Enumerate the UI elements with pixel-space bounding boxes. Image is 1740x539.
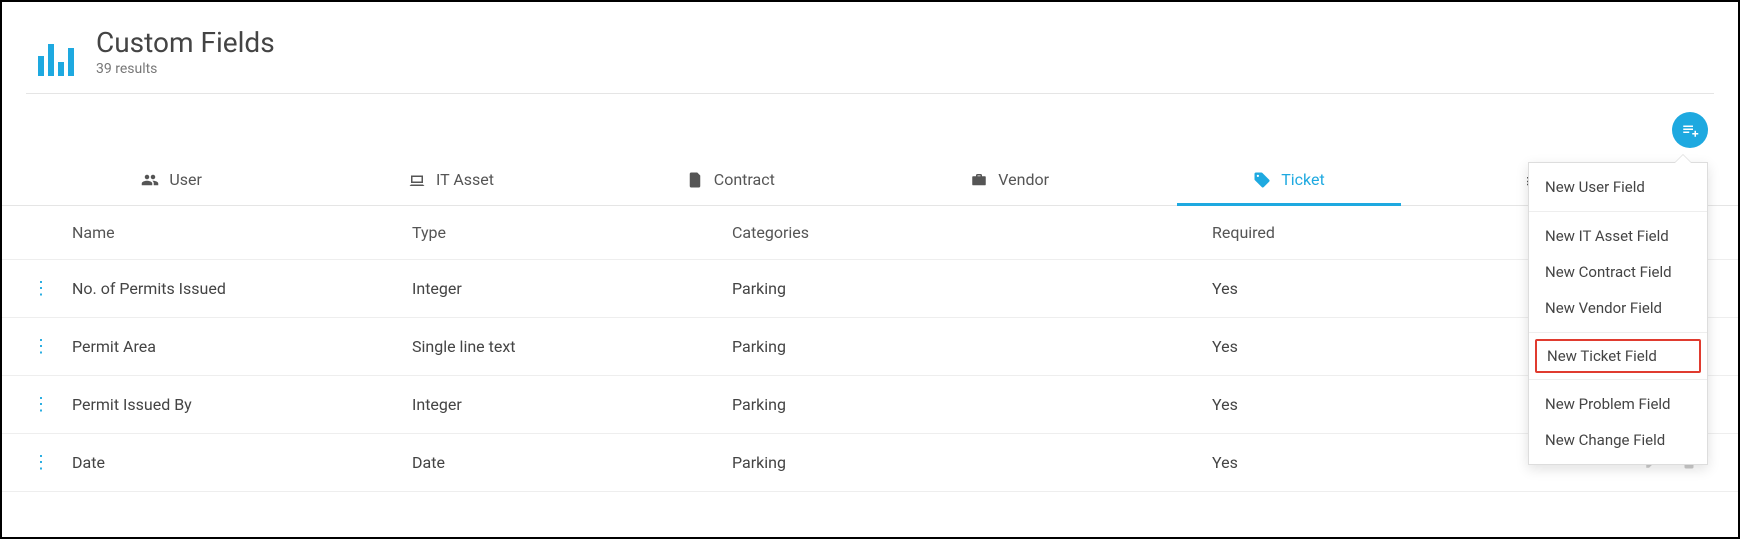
cell-type: Integer [412,279,732,298]
tab-label: Ticket [1281,170,1324,189]
tag-icon [1253,171,1271,189]
tab-label: Vendor [998,170,1049,189]
drag-handle-icon[interactable]: ⋮ [32,454,49,472]
drag-handle-icon[interactable]: ⋮ [32,396,49,414]
cell-categories: Parking [732,337,1212,356]
tab-label: Contract [714,170,775,189]
cell-type: Single line text [412,337,732,356]
dropdown-item-new-ticket-field[interactable]: New Ticket Field [1535,339,1701,373]
page-header: Custom Fields 39 results [2,2,1738,93]
dropdown-separator [1529,211,1707,212]
dropdown-item-new-problem-field[interactable]: New Problem Field [1529,386,1707,422]
col-header-type: Type [412,223,732,242]
cell-required: Yes [1212,279,1412,298]
briefcase-icon [970,171,988,189]
cell-required: Yes [1212,453,1412,472]
cell-type: Integer [412,395,732,414]
document-icon [686,171,704,189]
people-icon [141,171,159,189]
dropdown-item-new-contract-field[interactable]: New Contract Field [1529,254,1707,290]
table-row[interactable]: ⋮ No. of Permits Issued Integer Parking … [2,260,1738,318]
cell-name: No. of Permits Issued [72,279,412,298]
laptop-icon [408,171,426,189]
add-list-icon [1681,121,1699,139]
dropdown-item-new-it-asset-field[interactable]: New IT Asset Field [1529,218,1707,254]
cell-required: Yes [1212,395,1412,414]
tab-it-asset[interactable]: IT Asset [311,156,590,205]
drag-handle-icon[interactable]: ⋮ [32,280,49,298]
dropdown-item-new-change-field[interactable]: New Change Field [1529,422,1707,458]
dropdown-item-new-user-field[interactable]: New User Field [1529,169,1707,205]
dropdown-item-new-vendor-field[interactable]: New Vendor Field [1529,290,1707,326]
tab-vendor[interactable]: Vendor [870,156,1149,205]
cell-name: Permit Issued By [72,395,412,414]
results-count: 39 results [96,61,275,77]
drag-handle-icon[interactable]: ⋮ [32,338,49,356]
cell-name: Permit Area [72,337,412,356]
cell-type: Date [412,453,732,472]
table-row[interactable]: ⋮ Permit Issued By Integer Parking Yes [2,376,1738,434]
cell-name: Date [72,453,412,472]
col-header-required: Required [1212,223,1412,242]
page-title: Custom Fields [96,26,275,59]
cell-required: Yes [1212,337,1412,356]
tab-ticket[interactable]: Ticket [1149,156,1428,205]
col-header-categories: Categories [732,223,1212,242]
tab-label: User [169,170,202,189]
dropdown-separator [1529,379,1707,380]
cell-categories: Parking [732,395,1212,414]
bar-chart-icon [32,28,80,76]
tab-user[interactable]: User [32,156,311,205]
add-field-dropdown: New User Field New IT Asset Field New Co… [1528,162,1708,465]
add-field-button[interactable] [1672,112,1708,148]
tab-label: IT Asset [436,170,494,189]
col-header-name: Name [72,223,412,242]
cell-categories: Parking [732,279,1212,298]
table-row[interactable]: ⋮ Date Date Parking Yes [2,434,1738,492]
tab-contract[interactable]: Contract [591,156,870,205]
tabs: User IT Asset Contract Vendor Ticket Pro… [2,156,1738,206]
cell-categories: Parking [732,453,1212,472]
table-header: Name Type Categories Required [2,206,1738,260]
dropdown-separator [1529,332,1707,333]
table-row[interactable]: ⋮ Permit Area Single line text Parking Y… [2,318,1738,376]
